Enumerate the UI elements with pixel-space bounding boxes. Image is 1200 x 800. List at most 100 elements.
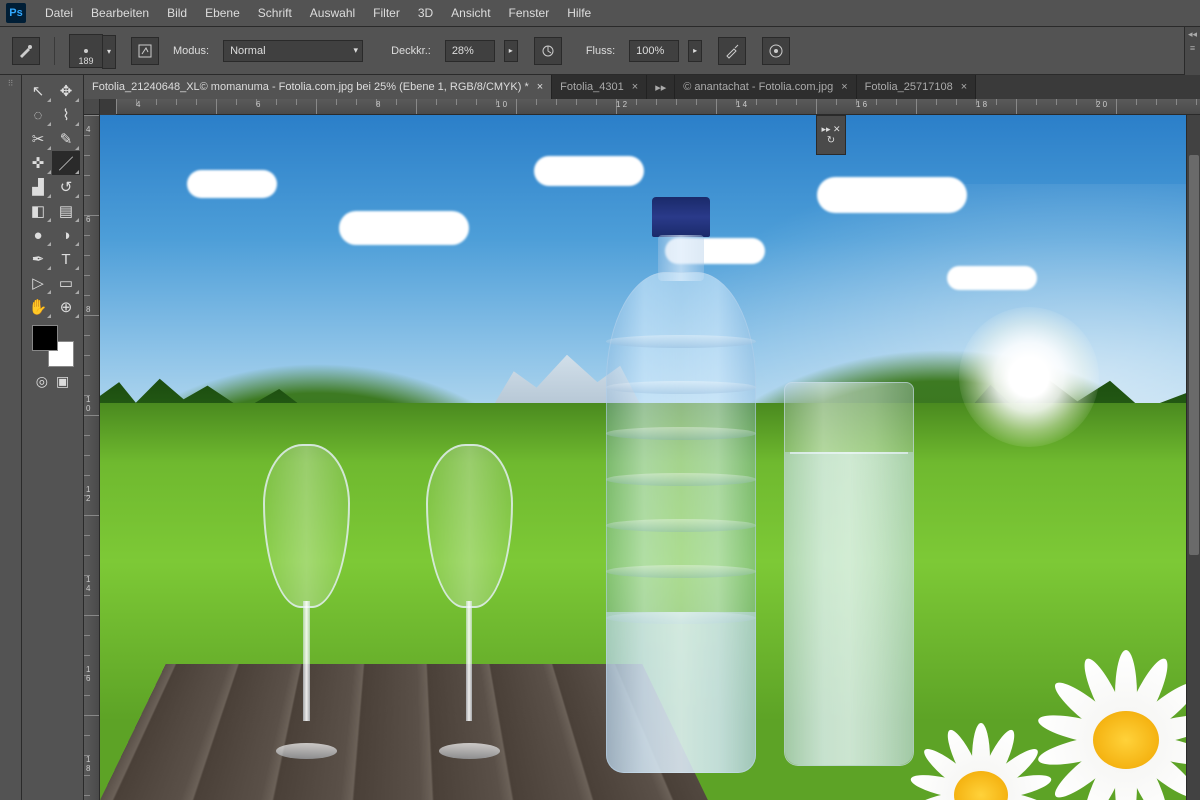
tool-artboard[interactable]: ✥ <box>52 79 80 103</box>
tool-blur[interactable]: ● <box>24 223 52 247</box>
tab-title: Fotolia_21240648_XL© momanuma - Fotolia.… <box>92 81 529 93</box>
ruler-horizontal[interactable]: 4681 01 21 41 61 82 0 <box>116 99 1200 115</box>
blend-mode-select[interactable]: Normal ▾ <box>223 40 363 62</box>
close-icon[interactable]: × <box>961 81 967 93</box>
pressure-opacity-icon[interactable] <box>534 37 562 65</box>
menu-item-fenster[interactable]: Fenster <box>500 0 559 26</box>
quickmask-icon[interactable]: ◎ <box>36 373 48 390</box>
pressure-size-icon[interactable] <box>762 37 790 65</box>
document-tab[interactable]: Fotolia_21240648_XL© momanuma - Fotolia.… <box>84 75 552 99</box>
document-tab[interactable]: Fotolia_25717108 × <box>857 75 977 99</box>
foreground-swatch[interactable] <box>32 325 58 351</box>
app-logo: Ps <box>6 3 26 23</box>
document-tab[interactable]: Fotolia_4301 × <box>552 75 647 99</box>
menu-item-bild[interactable]: Bild <box>158 0 196 26</box>
panel-collapse-icon[interactable]: ▸▸ ✕ <box>821 124 840 135</box>
tool-crop[interactable]: ✂ <box>24 127 52 151</box>
blend-mode-value: Normal <box>230 45 265 57</box>
opacity-flyout[interactable]: ▸ <box>504 40 518 62</box>
menu-item-datei[interactable]: Datei <box>36 0 82 26</box>
tool-eyedropper[interactable]: ✎ <box>52 127 80 151</box>
tool-history-brush[interactable]: ↺ <box>52 175 80 199</box>
menu-item-schrift[interactable]: Schrift <box>249 0 301 26</box>
tool-zoom[interactable]: ⊕ <box>52 295 80 319</box>
image-daisy <box>906 720 1056 800</box>
brush-panel-toggle-icon[interactable] <box>131 37 159 65</box>
menu-item-hilfe[interactable]: Hilfe <box>558 0 600 26</box>
menu-item-ebene[interactable]: Ebene <box>196 0 249 26</box>
tool-preset-icon[interactable] <box>12 37 40 65</box>
opacity-value: 28% <box>452 45 474 57</box>
tool-hand[interactable]: ✋ <box>24 295 52 319</box>
tool-type[interactable]: T <box>52 247 80 271</box>
menu-item-ansicht[interactable]: Ansicht <box>442 0 499 26</box>
image-wine-glass <box>252 444 361 759</box>
image-cloud <box>534 156 644 186</box>
chevron-down-icon: ▾ <box>354 45 359 56</box>
menu-item-filter[interactable]: Filter <box>364 0 409 26</box>
image-cloud <box>187 170 277 198</box>
tab-title: © anantachat - Fotolia.com.jpg <box>683 81 833 93</box>
tool-pen[interactable]: ✒ <box>24 247 52 271</box>
tool-rectangle[interactable]: ▭ <box>52 271 80 295</box>
flow-value: 100% <box>636 45 664 57</box>
panel-icon[interactable]: ↻ <box>827 135 835 146</box>
image-water-glass <box>784 382 914 766</box>
menu-item-bearbeiten[interactable]: Bearbeiten <box>82 0 158 26</box>
ruler-origin[interactable] <box>84 99 100 115</box>
close-icon[interactable]: × <box>632 81 638 93</box>
image-daisy <box>1036 650 1186 800</box>
tool-eraser[interactable]: ◧ <box>24 199 52 223</box>
menu-item-3d[interactable]: 3D <box>409 0 442 26</box>
close-icon[interactable]: × <box>537 81 543 93</box>
document-area: Fotolia_21240648_XL© momanuma - Fotolia.… <box>84 75 1200 800</box>
flow-label: Fluss: <box>586 45 615 57</box>
tab-title: Fotolia_25717108 <box>865 81 953 93</box>
menu-item-auswahl[interactable]: Auswahl <box>301 0 364 26</box>
opacity-label: Deckkr.: <box>391 45 431 57</box>
close-icon[interactable]: × <box>841 81 847 93</box>
airbrush-icon[interactable] <box>718 37 746 65</box>
separator <box>54 37 55 65</box>
tool-healing[interactable]: ✜ <box>24 151 52 175</box>
brush-preset-picker[interactable]: 189 ▾ <box>69 34 103 68</box>
tool-lasso[interactable]: ⌇ <box>52 103 80 127</box>
scrollbar-vertical[interactable] <box>1186 115 1200 800</box>
tool-path-select[interactable]: ▷ <box>24 271 52 295</box>
image-sun <box>959 307 1099 447</box>
mode-label: Modus: <box>173 45 209 57</box>
flow-flyout[interactable]: ▸ <box>688 40 702 62</box>
image-cloud <box>947 266 1037 290</box>
panel-grip-icon: ≡ <box>1185 41 1200 55</box>
menu-bar: Ps DateiBearbeitenBildEbeneSchriftAuswah… <box>0 0 1200 27</box>
image-water-bottle <box>600 197 763 772</box>
expand-panels-icon[interactable]: ◂◂ <box>1185 27 1200 41</box>
image-cloud <box>339 211 469 245</box>
floating-panel[interactable]: ▸▸ ✕ ↻ <box>816 115 846 155</box>
tool-brush[interactable]: ／ <box>52 151 80 175</box>
tool-marquee[interactable]: ◌ <box>24 103 52 127</box>
image-wine-glass <box>415 444 524 759</box>
ruler-vertical[interactable]: 4681 01 21 41 61 8 <box>84 115 100 800</box>
screenmode-icon[interactable]: ▣ <box>56 373 69 390</box>
tool-gradient[interactable]: ▤ <box>52 199 80 223</box>
tool-stamp[interactable]: ▟ <box>24 175 52 199</box>
tools-panel: ↖✥◌⌇✂✎✜／▟↺◧▤●◑✒T▷▭✋⊕ ◎ ▣ <box>22 75 84 800</box>
tab-title: Fotolia_4301 <box>560 81 624 93</box>
tool-dodge[interactable]: ◑ <box>52 223 80 247</box>
flow-input[interactable]: 100% <box>629 40 679 62</box>
color-swatches[interactable] <box>32 325 74 367</box>
options-bar: 189 ▾ Modus: Normal ▾ Deckkr.: 28% ▸ Flu… <box>0 27 1200 75</box>
opacity-input[interactable]: 28% <box>445 40 495 62</box>
document-tab[interactable]: © anantachat - Fotolia.com.jpg × <box>675 75 856 99</box>
brush-size-label: 189 <box>78 56 93 66</box>
dock-handle-icon[interactable]: ⠿ <box>2 79 20 87</box>
scrollbar-thumb[interactable] <box>1189 155 1199 555</box>
canvas[interactable]: ▸▸ ✕ ↻ <box>100 115 1186 800</box>
tab-overflow[interactable]: ▸▸ <box>647 75 675 99</box>
document-tabs: Fotolia_21240648_XL© momanuma - Fotolia.… <box>84 75 1200 99</box>
chevron-down-icon[interactable]: ▾ <box>102 35 116 69</box>
tool-move[interactable]: ↖ <box>24 79 52 103</box>
collapsed-panel-dock[interactable]: ◂◂ ≡ <box>1184 27 1200 75</box>
dock-strip: ⠿ <box>0 75 22 800</box>
